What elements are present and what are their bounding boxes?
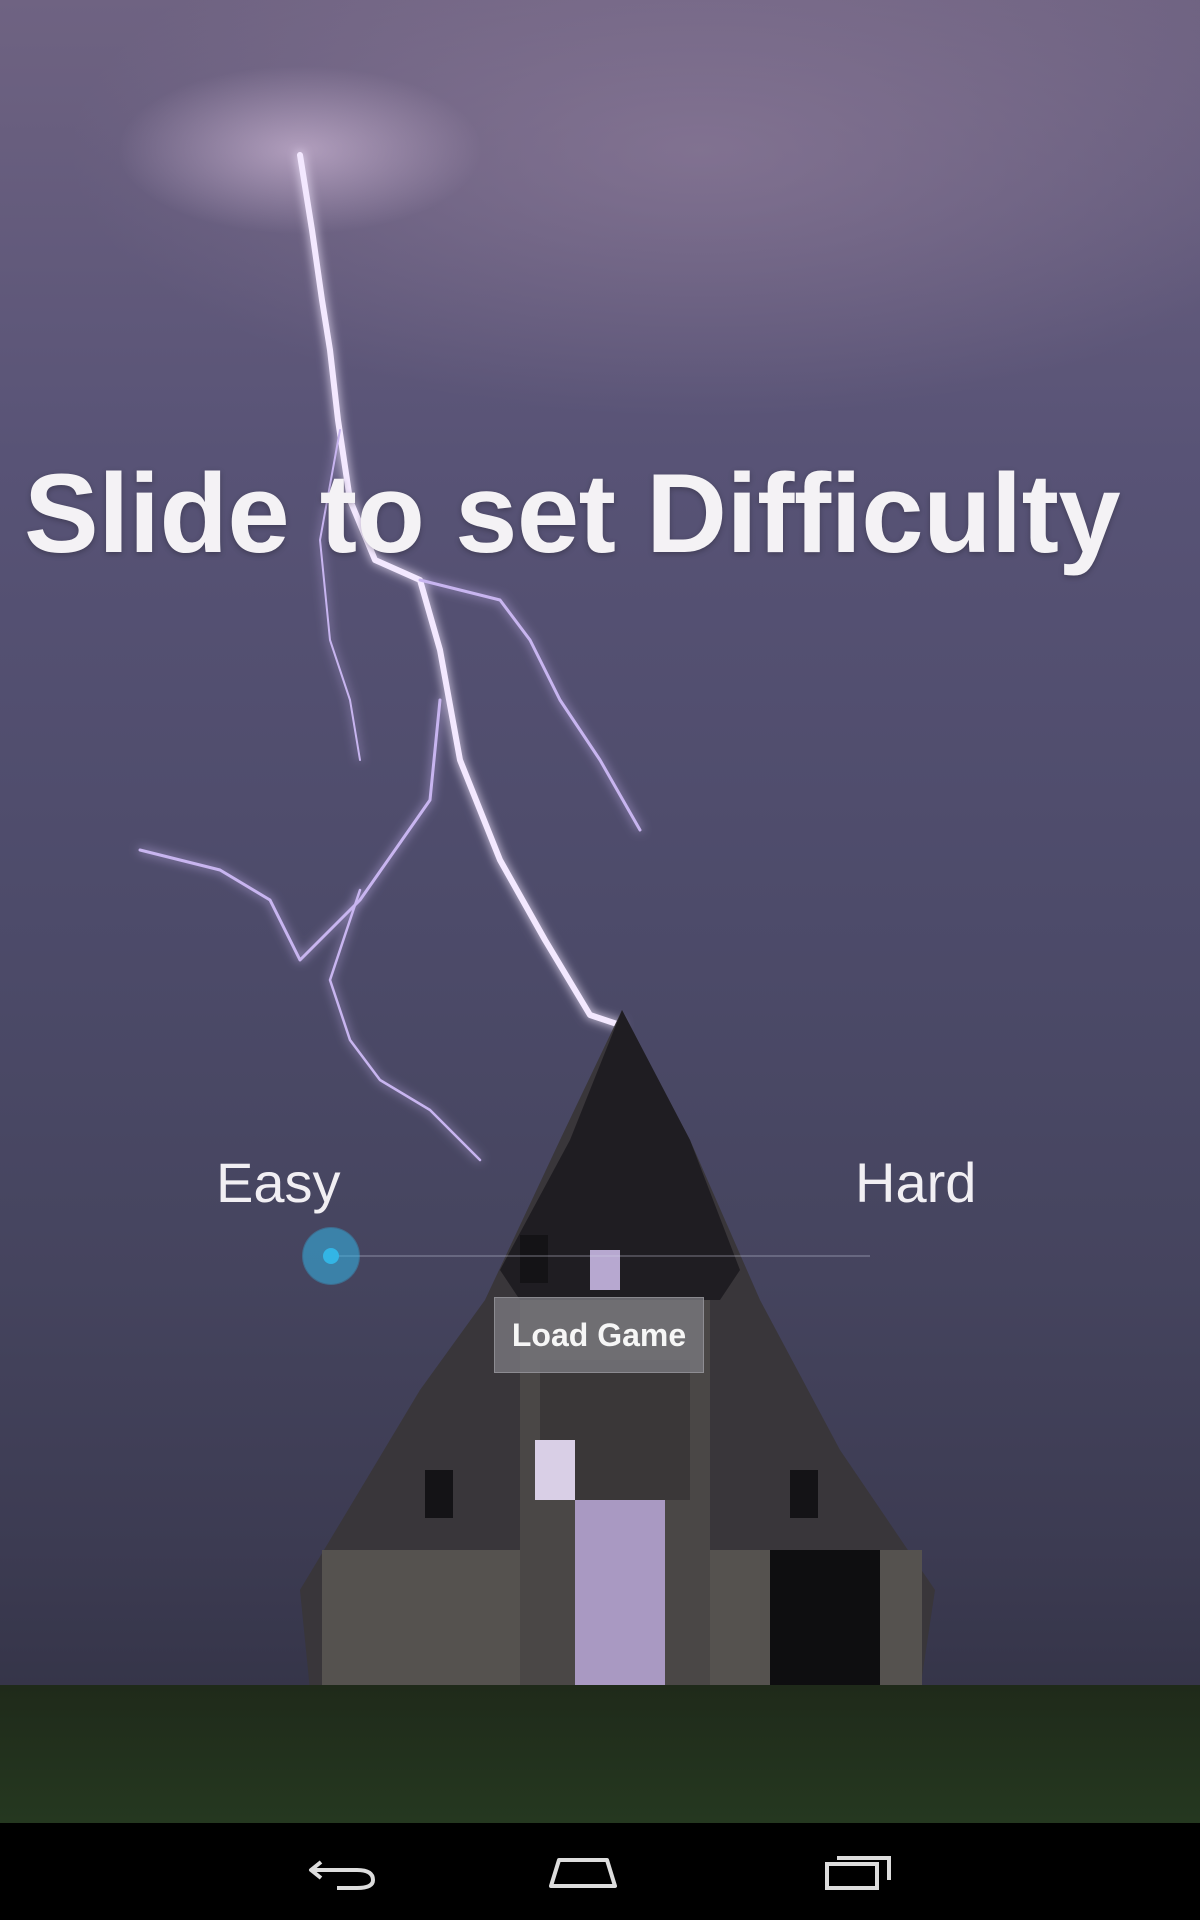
back-arrow-icon <box>309 1859 376 1890</box>
home-button[interactable] <box>513 1823 653 1920</box>
difficulty-screen: Slide to set Difficulty Easy Hard Load G… <box>0 0 1200 1823</box>
page-title: Slide to set Difficulty <box>24 451 1121 576</box>
home-icon <box>549 1857 617 1888</box>
slider-track[interactable] <box>330 1255 870 1257</box>
grass-field <box>0 1685 1200 1823</box>
difficulty-slider[interactable] <box>300 1228 870 1284</box>
recent-apps-icon <box>825 1855 891 1890</box>
navigation-bar <box>0 1823 1200 1920</box>
slider-min-label: Easy <box>216 1151 341 1214</box>
lightning-barn-background <box>0 152 1200 1823</box>
load-game-button[interactable]: Load Game <box>494 1297 704 1373</box>
back-button[interactable] <box>273 1823 413 1920</box>
recents-button[interactable] <box>788 1823 928 1920</box>
slider-thumb-dot <box>323 1248 339 1264</box>
slider-thumb[interactable] <box>303 1228 359 1284</box>
slider-max-label: Hard <box>855 1151 977 1214</box>
